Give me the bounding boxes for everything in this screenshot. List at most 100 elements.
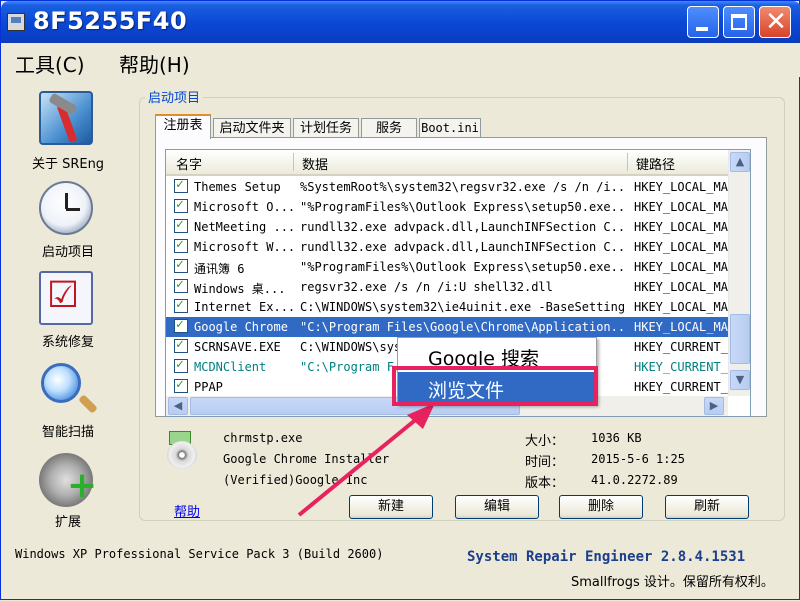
app-window: 8F5255F40 ✕ 工具(C) 帮助(H) 关于 SREng 启动项目 系统… [0,0,800,600]
minimize-icon [696,27,708,31]
row-name: MCDNClient [194,360,267,374]
column-divider[interactable] [627,153,628,171]
row-data: "%ProgramFiles%\Outlook Express\setup50.… [300,200,626,214]
detail-version-value: 41.0.2272.89 [591,473,678,487]
detail-filename: chrmstp.exe [223,431,303,445]
column-header-data[interactable]: 数据 [302,154,328,173]
row-checkbox[interactable] [174,357,188,373]
row-key: HKEY_LOCAL_MA [634,320,728,334]
row-name: NetMeeting ... [194,220,294,234]
table-row[interactable]: Microsoft O... "%ProgramFiles%\Outlook E… [166,197,728,217]
row-key: HKEY_LOCAL_MA [634,240,728,254]
row-name: Microsoft W... [194,240,294,254]
row-key: HKEY_LOCAL_MA [634,280,728,294]
row-data: rundll32.exe advpack.dll,LaunchINFSectio… [300,220,626,234]
tab-boot-ini[interactable]: Boot.ini [419,118,481,138]
checklist-icon [39,271,93,325]
os-status: Windows XP Professional Service Pack 3 (… [15,547,384,561]
table-row[interactable]: Microsoft W... rundll32.exe advpack.dll,… [166,237,728,257]
table-row[interactable]: 通讯簿 6 "%ProgramFiles%\Outlook Express\se… [166,257,728,277]
edit-button[interactable]: 编辑 [455,495,539,519]
row-checkbox[interactable] [174,217,188,233]
tab-scheduled-tasks[interactable]: 计划任务 [293,118,359,138]
row-checkbox[interactable] [174,197,188,213]
title-bar[interactable]: 8F5255F40 ✕ [1,1,800,43]
row-data: %SystemRoot%\system32\regsvr32.exe /s /n… [300,180,626,194]
clock-icon [39,181,93,235]
row-name: Microsoft O... [194,200,294,214]
row-key: HKEY_LOCAL_MA [634,220,728,234]
row-key: HKEY_CURRENT_ [634,380,728,394]
column-header-name[interactable]: 名字 [176,154,202,173]
row-data: rundll32.exe advpack.dll,LaunchINFSectio… [300,240,626,254]
window-title: 8F5255F40 [33,7,188,35]
detail-version-label: 版本： [525,476,565,491]
installer-file-icon [165,431,199,469]
new-button[interactable]: 新建 [349,495,433,519]
row-checkbox[interactable] [174,277,188,293]
row-checkbox[interactable] [174,317,188,333]
column-header-key[interactable]: 键路径 [636,154,675,173]
table-row[interactable]: NetMeeting ... rundll32.exe advpack.dll,… [166,217,728,237]
scroll-down-icon[interactable]: ▼ [730,370,750,390]
row-name: PPAP [194,380,223,394]
row-checkbox[interactable] [174,177,188,193]
table-row[interactable]: Internet Ex... C:\WINDOWS\system32\ie4ui… [166,297,728,317]
table-row[interactable]: Windows 桌... regsvr32.exe /s /n /i:U she… [166,277,728,297]
sidebar-item-label: 启动项目 [41,245,94,260]
row-key: HKEY_LOCAL_MA [634,260,728,274]
menu-bar: 工具(C) 帮助(H) [1,43,800,77]
row-checkbox[interactable] [174,297,188,313]
help-link[interactable]: 帮助 [174,501,200,520]
close-button[interactable]: ✕ [759,6,791,38]
refresh-button[interactable]: 刷新 [665,495,749,519]
detail-product: Google Chrome Installer [223,452,390,466]
menu-tools[interactable]: 工具(C) [15,49,85,78]
row-checkbox[interactable] [174,377,188,393]
row-name: SCRNSAVE.EXE [194,340,281,354]
menu-help[interactable]: 帮助(H) [119,49,190,78]
column-divider[interactable] [293,153,294,171]
row-checkbox[interactable] [174,337,188,353]
sidebar-item-label: 扩展 [54,515,81,530]
maximize-button[interactable] [723,6,755,38]
row-data: C:\WINDOWS\system32\ie4uinit.exe -BaseSe… [300,300,626,314]
row-key: HKEY_LOCAL_MA [634,180,728,194]
scroll-left-icon[interactable]: ◀ [168,397,188,415]
row-key: HKEY_CURRENT_ [634,340,728,354]
detail-time-label: 时间： [525,455,565,470]
table-row-selected[interactable]: Google Chrome "C:\Program Files\Google\C… [166,317,728,337]
vertical-scroll-thumb[interactable] [730,314,750,364]
vertical-scrollbar[interactable]: ▲ ▼ [728,150,750,396]
minimize-button[interactable] [687,6,719,38]
row-key: HKEY_CURRENT_ [634,360,728,374]
maximize-icon [731,14,747,30]
tab-registry[interactable]: 注册表 [155,114,211,139]
close-icon: ✕ [765,7,787,37]
delete-button[interactable]: 删除 [559,495,643,519]
cd-shape [167,441,197,469]
sidebar-item-label: 智能扫描 [41,425,94,440]
detail-size-value: 1036 KB [591,431,642,445]
detail-company: (Verified)Google Inc [223,473,368,487]
scroll-right-icon[interactable]: ▶ [704,397,724,415]
row-checkbox[interactable] [174,237,188,253]
app-icon[interactable] [7,13,25,31]
tab-services[interactable]: 服务 [361,118,417,138]
detail-size-label: 大小： [525,434,565,449]
tab-startup-folder[interactable]: 启动文件夹 [213,118,291,138]
sidebar-item-label: 关于 SREng [31,157,105,172]
row-data: "C:\Program Files\Google\Chrome\Applicat… [300,320,626,334]
scroll-up-icon[interactable]: ▲ [730,152,750,172]
row-checkbox[interactable] [174,257,188,273]
table-row[interactable]: Themes Setup %SystemRoot%\system32\regsv… [166,177,728,197]
row-name: Windows 桌... [194,282,286,296]
product-version: System Repair Engineer 2.8.4.1531 [467,549,746,565]
row-name: Internet Ex... [194,300,294,314]
row-name: Google Chrome [194,320,288,334]
sidebar: 关于 SREng 启动项目 系统修复 智能扫描 扩展 [1,81,141,541]
sidebar-item-label: 系统修复 [41,335,94,350]
listview-header: 名字 数据 键路径 [166,150,728,176]
row-name: 通讯簿 6 [194,262,245,276]
annotation-highlight-box [392,366,598,406]
